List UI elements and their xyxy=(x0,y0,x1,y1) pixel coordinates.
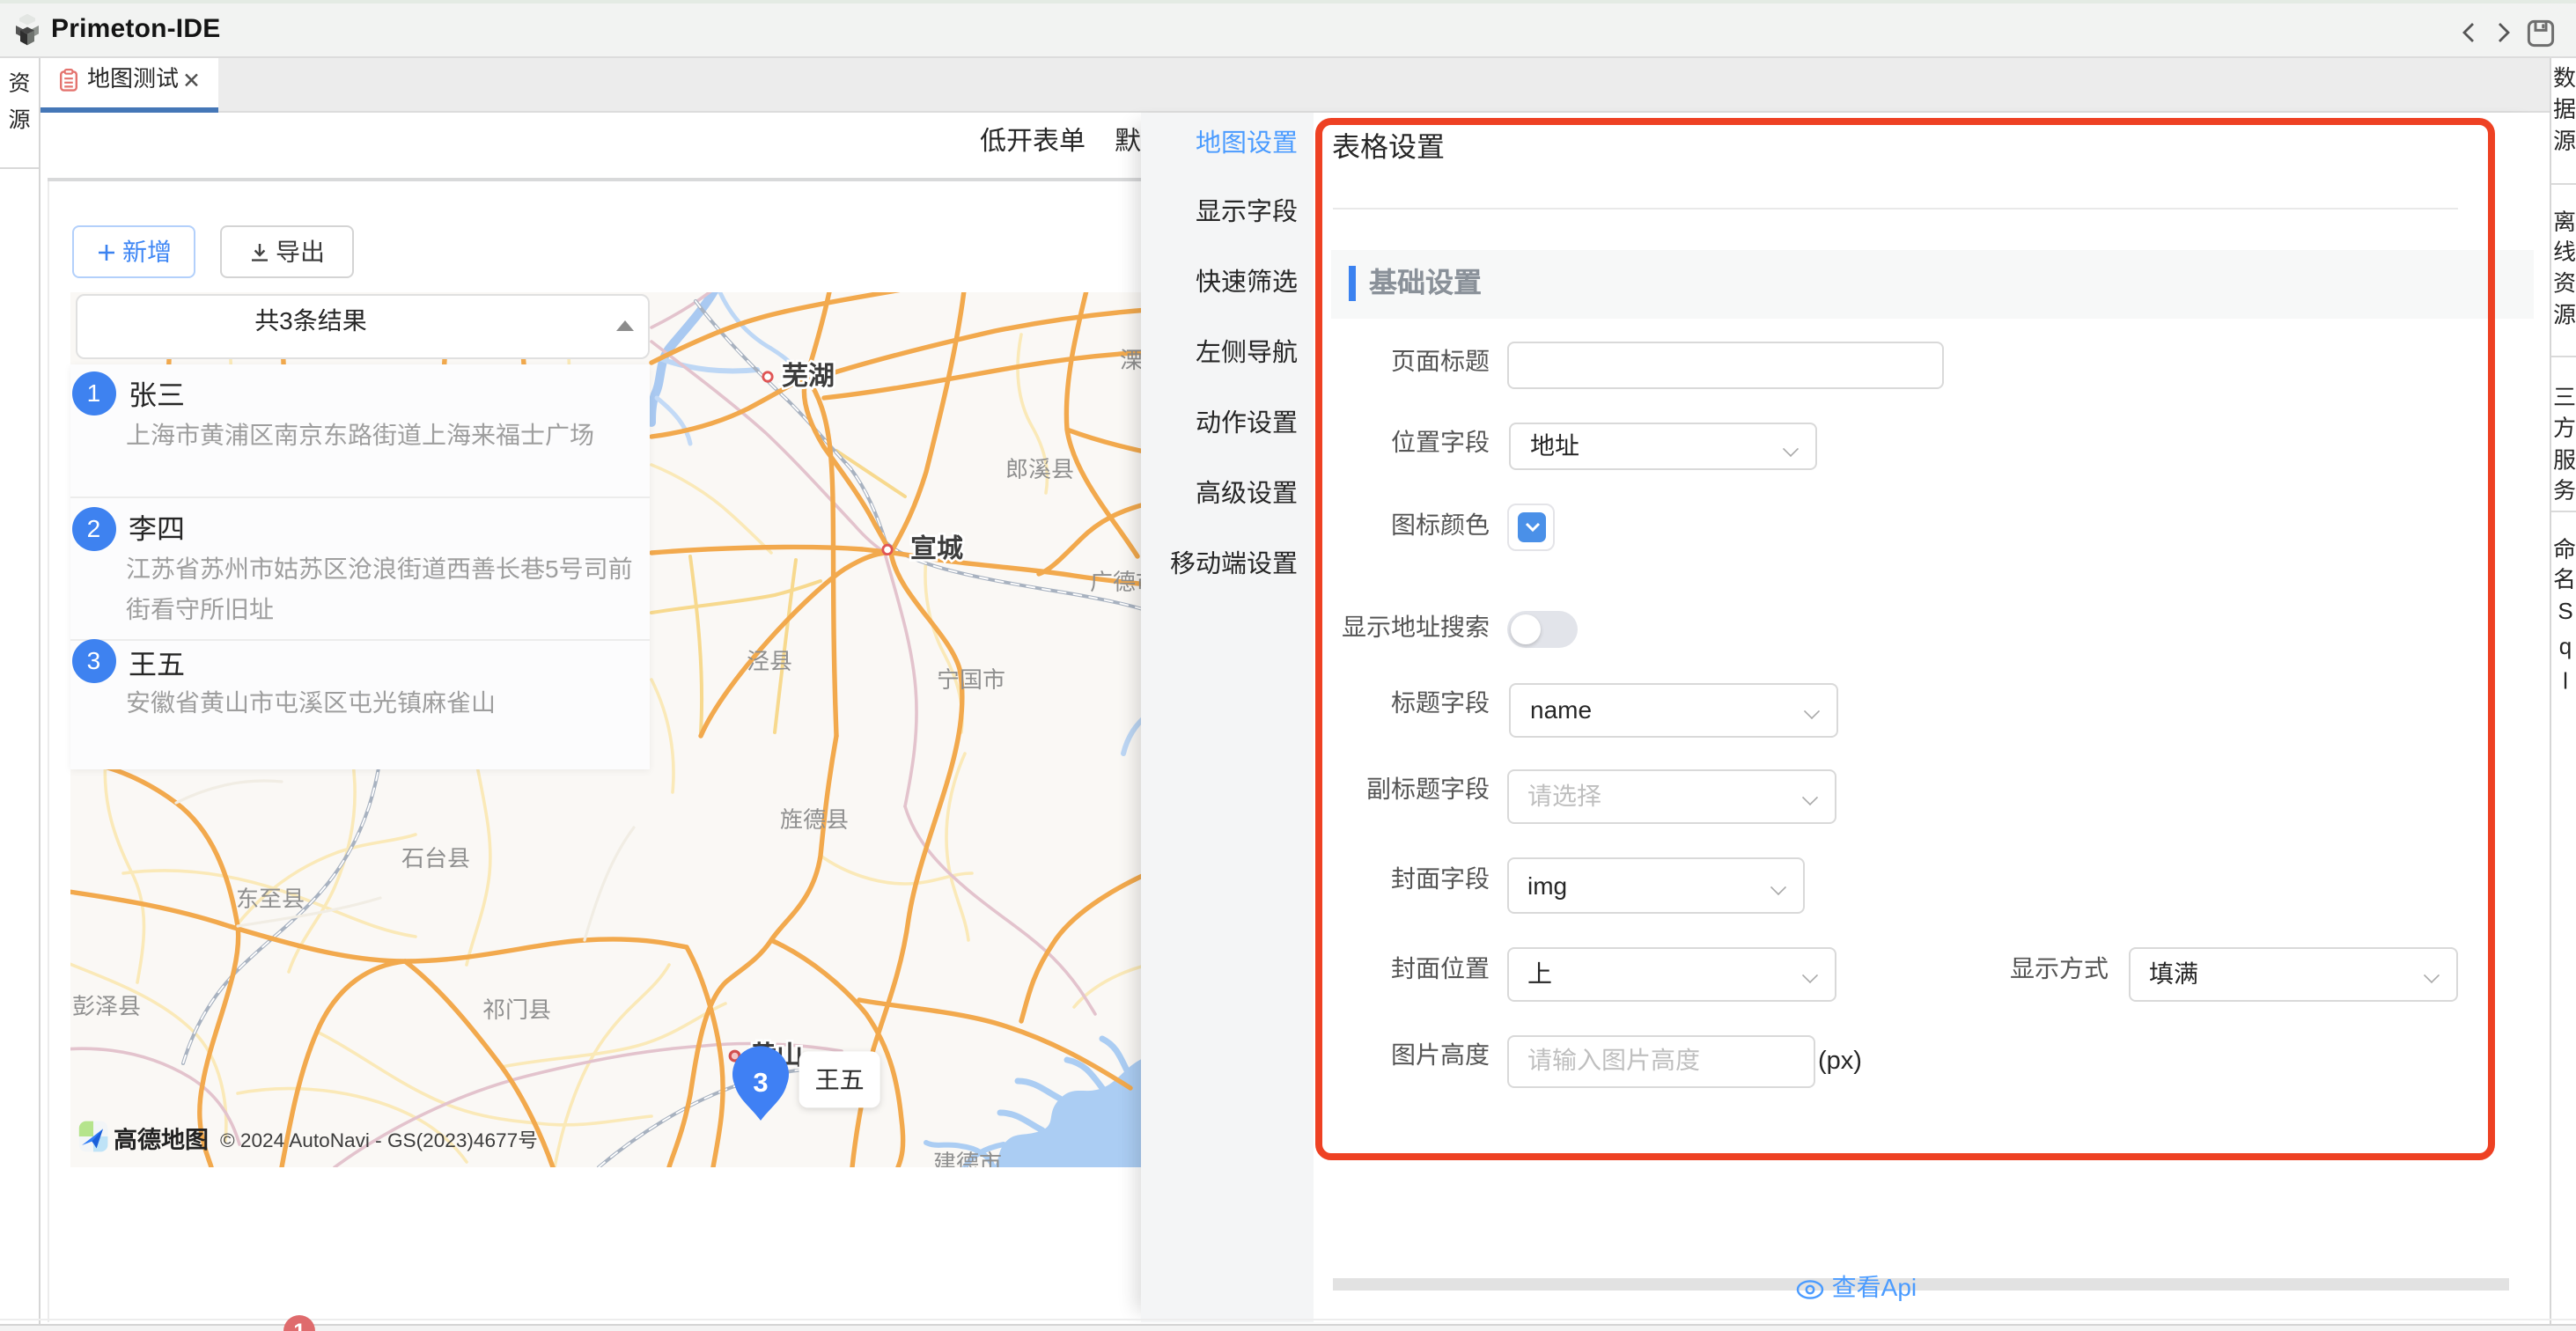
svg-text:彭泽县: 彭泽县 xyxy=(71,993,140,1019)
svg-text:高德地图: 高德地图 xyxy=(113,1127,208,1153)
svg-text:芜湖: 芜湖 xyxy=(781,362,834,391)
svg-text:广德市: 广德市 xyxy=(1089,569,1147,595)
svg-text:宣城: 宣城 xyxy=(909,534,962,563)
svg-text:王五: 王五 xyxy=(814,1067,864,1094)
svg-text:3: 3 xyxy=(752,1067,767,1098)
svg-text:© 2024 AutoNavi - GS(2023)4677: © 2024 AutoNavi - GS(2023)4677号 xyxy=(219,1129,537,1151)
svg-text:石台县: 石台县 xyxy=(401,845,469,871)
svg-text:建德市: 建德市 xyxy=(932,1150,1001,1167)
svg-text:东至县: 东至县 xyxy=(235,886,304,912)
svg-text:旌德县: 旌德县 xyxy=(779,806,848,833)
svg-text:宁国市: 宁国市 xyxy=(936,666,1005,693)
svg-text:泾县: 泾县 xyxy=(746,648,791,674)
svg-text:祁门县: 祁门县 xyxy=(482,996,550,1023)
svg-text:郎溪县: 郎溪县 xyxy=(1005,456,1073,482)
